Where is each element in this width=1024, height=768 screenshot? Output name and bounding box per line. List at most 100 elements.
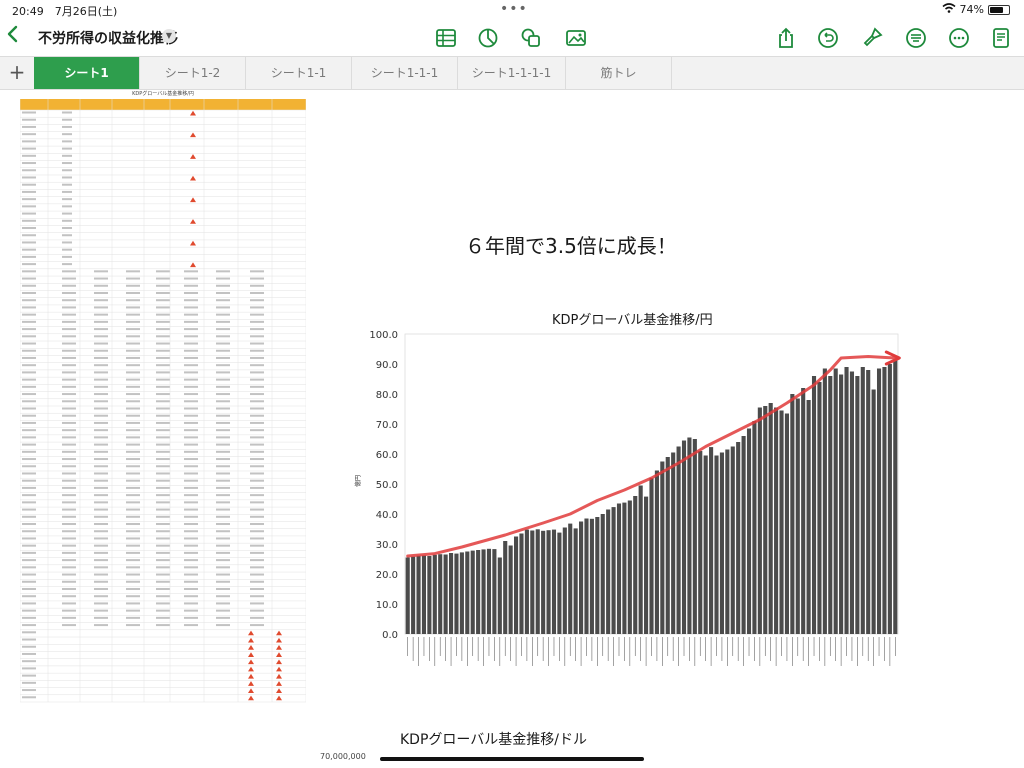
table-cell-text [62,472,76,475]
table-cell-text [250,551,264,554]
table-cell-text [62,356,76,359]
table-cell-text [94,364,108,367]
table-cell-text [22,450,36,453]
table-cell-text [156,364,170,367]
format-brush-icon[interactable] [860,26,884,50]
media-icon[interactable] [565,26,589,50]
table-cell-text [62,190,72,193]
table-cell-text [216,587,230,590]
table-cell-text [22,111,36,114]
table-cell-text [216,523,230,526]
chart-bar [416,555,421,634]
table-cell-text [216,335,230,338]
table-cell-text [250,479,264,482]
shapes-icon[interactable] [519,26,543,50]
document-title[interactable]: 不労所得の収益化推移 [38,28,178,48]
home-indicator[interactable] [380,757,644,761]
table-cell-text [250,537,264,540]
chart-bar [746,428,752,634]
table-cell-text [216,328,230,331]
table-cell-text [126,277,140,280]
table-cell-text [184,270,198,273]
table-cell-text [184,400,198,403]
table-cell-text [62,508,76,511]
table-cell-text [62,443,76,446]
table-cell-text [216,530,230,533]
chart-bar [541,530,546,634]
table-cell-text [94,356,108,359]
table-cell-text [22,465,36,468]
table-cell-text [22,631,36,634]
table-cell-text [62,414,76,417]
table-cell-text [126,515,140,518]
table-cell-text [94,537,108,540]
table-cell-text [62,270,76,273]
document-icon[interactable] [989,26,1013,50]
table-cell-text [22,342,36,345]
warning-triangle-icon [190,240,196,246]
table-cell-text [126,356,140,359]
tab-sheet-1-1-1-1[interactable]: シート1-1-1-1 [458,57,566,89]
table-cell-text [156,371,170,374]
table-cell-text [184,371,198,374]
tab-sheet-1-2[interactable]: シート1-2 [140,57,246,89]
table-cell-text [22,371,36,374]
chart-bar [459,552,464,634]
chart-bar [649,478,654,634]
add-sheet-button[interactable]: + [0,57,34,89]
warning-triangle-icon [248,637,254,643]
chart-bar [654,470,659,634]
table-cell-text [156,270,170,273]
table-cell-text [184,385,198,388]
table-cell-text [184,393,198,396]
table-cell-text [216,320,230,323]
tab-sheet-1[interactable]: シート1 [34,57,140,89]
table-cell-text [184,544,198,547]
chart-bar [698,451,703,634]
table-cell-text [216,393,230,396]
table-cell-text [22,421,36,424]
table-cell-text [62,328,76,331]
table-cell-text [62,436,76,439]
table-cell-text [250,270,264,273]
chart-bar [828,376,833,634]
format-icon[interactable] [904,26,928,50]
more-icon[interactable] [947,26,971,50]
table-cell-text [22,299,36,302]
bar-chart[interactable]: 0.0 10.0 20.0 30.0 40.0 50.0 60.0 70.0 80.0 90.0 1… [350,322,910,702]
data-table[interactable]: KDPグローバル基金推移/円 [20,90,306,710]
tab-sheet-1-1[interactable]: シート1-1 [246,57,352,89]
undo-icon[interactable] [816,26,840,50]
table-cell-text [156,306,170,309]
table-cell-text [250,356,264,359]
tab-sheet-1-1-1[interactable]: シート1-1-1 [352,57,458,89]
table-cell-text [22,624,36,627]
table-cell-text [62,133,72,136]
table-cell-text [22,530,36,533]
table-icon[interactable] [434,26,458,50]
table-cell-text [216,537,230,540]
back-button[interactable] [6,24,20,49]
multitasking-dots[interactable]: ••• [500,1,528,17]
table-cell-text [62,335,76,338]
chart-icon[interactable] [476,26,500,50]
table-cell-text [22,602,36,605]
table-cell-text [156,356,170,359]
table-cell-text [216,551,230,554]
second-chart-title: KDPグローバル基金推移/ドル [400,732,587,748]
chart-bar [784,413,789,634]
table-cell-text [94,277,108,280]
table-cell-text [22,118,36,121]
table-cell-text [250,443,264,446]
table-cell-text [216,414,230,417]
table-cell-text [94,335,108,338]
tab-kintore[interactable]: 筋トレ [566,57,672,89]
chevron-down-icon[interactable]: ▼ [162,29,176,43]
table-cell-text [94,587,108,590]
table-cell-text [216,356,230,359]
table-cell-text [22,393,36,396]
table-cell-text [94,270,108,273]
share-icon[interactable] [774,26,798,50]
table-cell-text [156,407,170,410]
table-cell-text [62,349,76,352]
